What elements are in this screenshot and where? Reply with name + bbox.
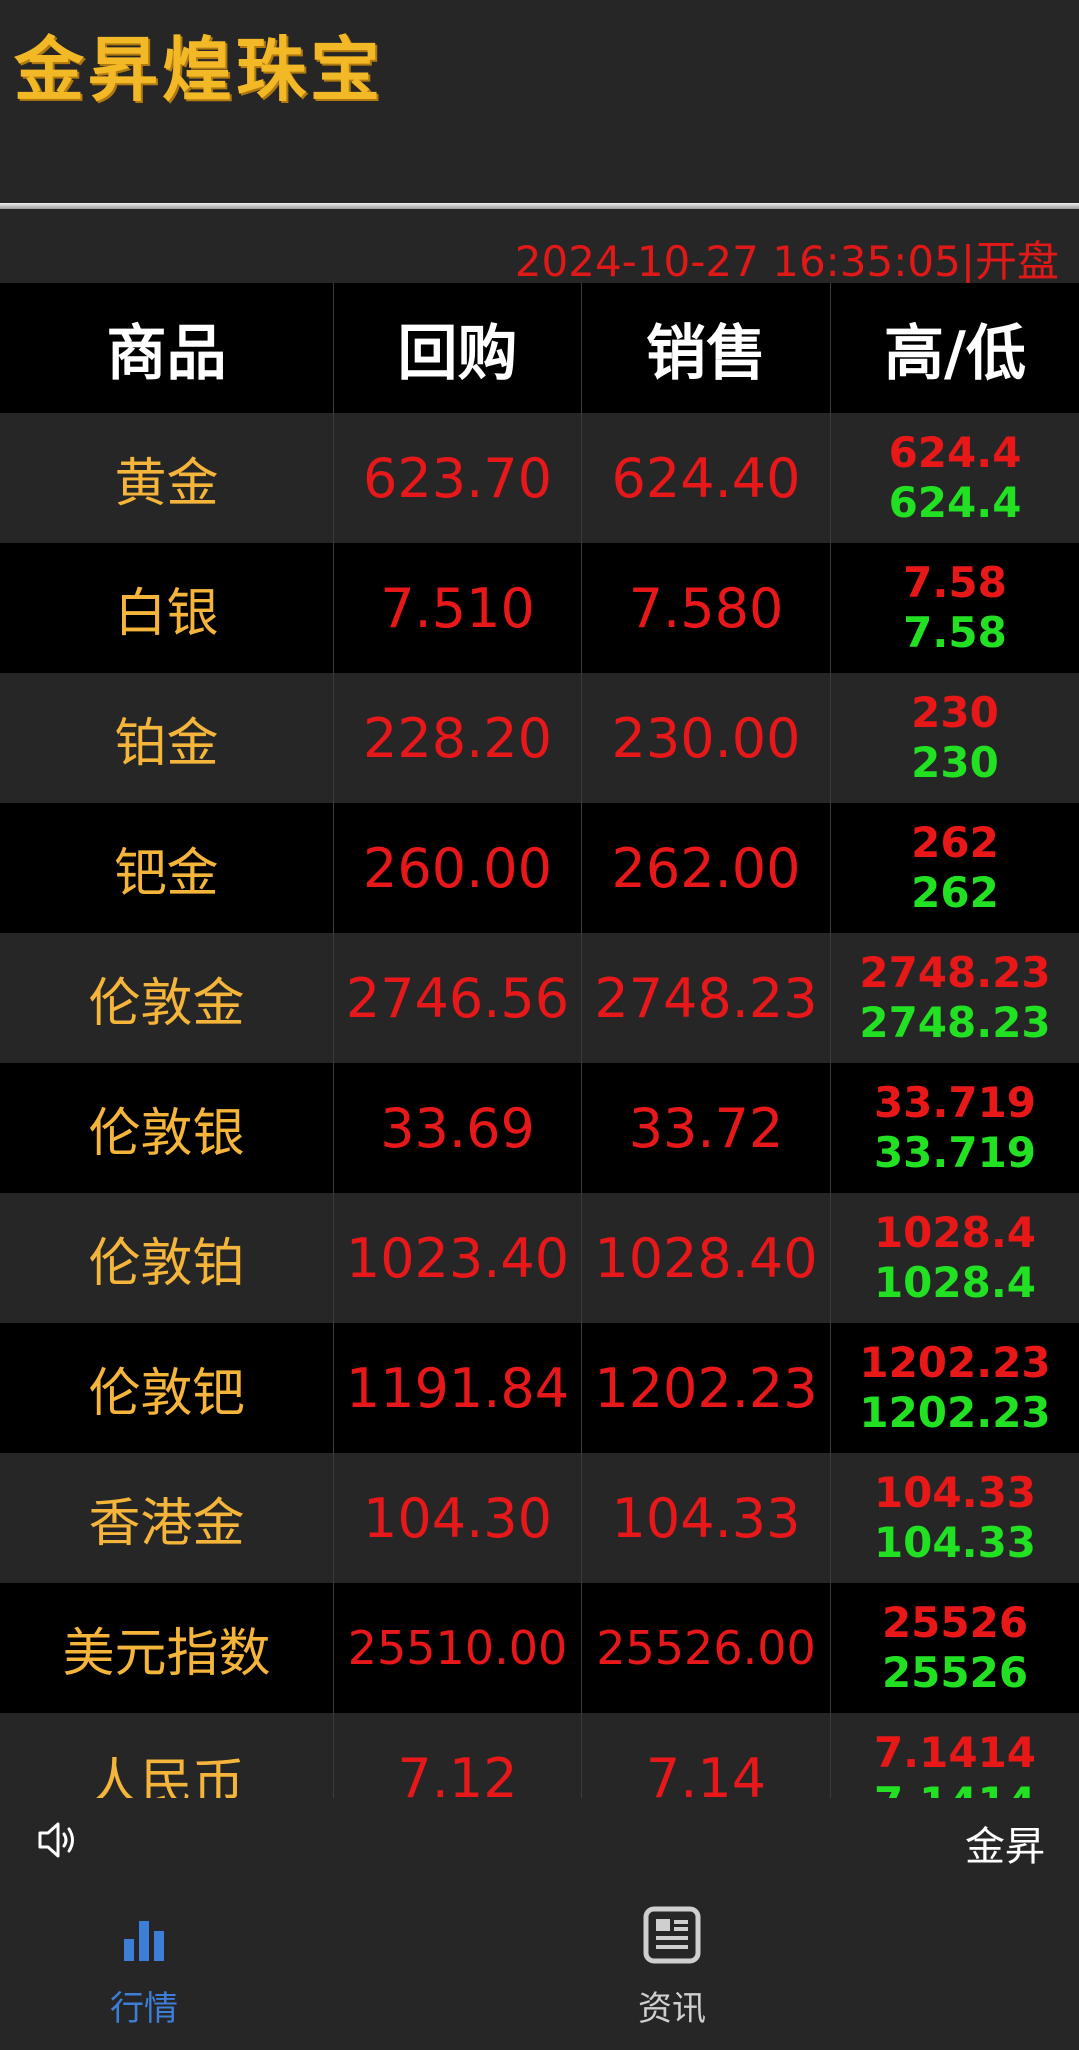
table-row[interactable]: 钯金 260.00 262.00 262 262: [0, 803, 1079, 933]
high-price: 230: [911, 688, 999, 737]
bottom-nav: 行情 资讯: [0, 1883, 1079, 2050]
product-name: 白银: [114, 583, 219, 644]
high-price: 33.719: [873, 1078, 1037, 1127]
table-row[interactable]: 人民币 7.12 7.14 7.14147.1414: [0, 1713, 1079, 1798]
buyback-price: 1023.40: [345, 1226, 570, 1290]
buyback-price: 104.30: [363, 1486, 552, 1550]
sell-price: 104.33: [611, 1486, 801, 1550]
sell-price: 33.72: [628, 1096, 784, 1160]
column-header-high-low: 高/低: [884, 318, 1026, 389]
sell-price: 230.00: [611, 706, 801, 770]
product-name: 美元指数: [62, 1623, 271, 1684]
buyback-price: 25510.00: [347, 1621, 568, 1675]
ticker-text: 金昇: [965, 1824, 1045, 1870]
table-row[interactable]: 白银 7.510 7.580 7.58 7.58: [0, 543, 1079, 673]
low-price: 25526: [881, 1648, 1029, 1697]
sell-price: 25526.00: [596, 1621, 816, 1675]
status-timestamp: 2024-10-27 16:35:05|开盘: [514, 237, 1059, 286]
table-row[interactable]: 美元指数 25510.00 25526.00 25526 25526: [0, 1583, 1079, 1713]
high-price: 1028.4: [873, 1208, 1037, 1257]
low-price: 1028.4: [873, 1258, 1037, 1307]
high-price: 1202.23: [859, 1338, 1051, 1387]
product-name: 人民币: [88, 1753, 245, 1799]
low-price: 624.4: [888, 478, 1022, 527]
high-price: 104.33: [873, 1468, 1037, 1517]
low-price: 7.1414: [874, 1778, 1036, 1798]
table-row[interactable]: 香港金 104.30 104.33 104.33 104.33: [0, 1453, 1079, 1583]
sell-price: 1028.40: [594, 1226, 818, 1290]
sell-price: 2748.23: [594, 966, 818, 1030]
high-price: 7.58: [903, 558, 1007, 607]
nav-label-market: 行情: [110, 1989, 178, 2029]
header: 金昇煌珠宝: [0, 0, 1079, 209]
brand-logo: 金昇煌珠宝: [14, 28, 384, 111]
sell-price: 262.00: [611, 836, 801, 900]
buyback-price: 33.69: [380, 1096, 535, 1160]
buyback-price: 228.20: [363, 706, 552, 770]
product-name: 伦敦钯: [88, 1363, 245, 1424]
low-price: 7.58: [903, 608, 1007, 657]
header-divider: [0, 203, 1079, 209]
sell-price: 624.40: [611, 446, 801, 510]
product-name: 伦敦铂: [88, 1233, 245, 1294]
low-price: 262: [911, 868, 999, 917]
buyback-price: 7.510: [380, 576, 535, 640]
table-row[interactable]: 伦敦铂 1023.40 1028.40 1028.4 1028.4: [0, 1193, 1079, 1323]
sell-price: 1202.23: [594, 1356, 818, 1420]
speaker-icon[interactable]: [36, 1818, 80, 1862]
price-table: 商品 回购 销售 高/低 黄金 623.70 624.40 624.4 624.4…: [0, 283, 1079, 1798]
sell-price: 7.580: [628, 576, 784, 640]
news-icon: [643, 1906, 701, 1964]
low-price: 104.33: [873, 1518, 1037, 1567]
buyback-price: 7.12: [397, 1746, 518, 1799]
low-price: 33.719: [873, 1128, 1037, 1177]
bar-chart-icon: [124, 1921, 164, 1961]
table-row[interactable]: 伦敦金 2746.56 2748.23 2748.23 2748.23: [0, 933, 1079, 1063]
product-name: 钯金: [114, 843, 219, 904]
high-price: 624.4: [888, 428, 1022, 477]
nav-tab-news[interactable]: 资讯: [539, 1883, 1079, 2050]
high-price: 262: [911, 818, 999, 867]
column-header-product: 商品: [0, 283, 334, 413]
buyback-price: 2746.56: [345, 966, 570, 1030]
high-price: 2748.23: [859, 948, 1051, 997]
table-row[interactable]: 黄金 623.70 624.40 624.4 624.4: [0, 413, 1079, 543]
table-row[interactable]: 伦敦银 33.69 33.72 33.719 33.719: [0, 1063, 1079, 1193]
table-row[interactable]: 铂金 228.20 230.00 230 230: [0, 673, 1079, 803]
buyback-price: 623.70: [363, 446, 552, 510]
column-header-buyback: 回购: [334, 283, 582, 413]
sell-price: 7.14: [645, 1746, 767, 1799]
high-price: 25526: [881, 1598, 1029, 1647]
product-name: 伦敦银: [88, 1103, 245, 1164]
table-row[interactable]: 伦敦钯 1191.84 1202.23 1202.23 1202.23: [0, 1323, 1079, 1453]
column-header-sell: 销售: [582, 283, 831, 413]
app-root: 金昇煌珠宝 2024-10-27 16:35:05|开盘 商品 回购 销售 高/…: [0, 0, 1079, 2050]
high-price: 7.1414: [873, 1728, 1037, 1777]
product-name: 黄金: [114, 453, 219, 514]
product-name: 伦敦金: [88, 973, 245, 1034]
product-name: 铂金: [114, 713, 219, 774]
buyback-price: 260.00: [363, 836, 552, 900]
low-price: 1202.23: [859, 1388, 1051, 1437]
low-price: 2748.23: [859, 998, 1051, 1047]
product-name: 香港金: [88, 1493, 245, 1554]
low-price: 230: [911, 738, 999, 787]
nav-label-news: 资讯: [638, 1989, 706, 2029]
table-header: 商品 回购 销售 高/低: [0, 283, 1079, 413]
ticker-bar: 金昇: [0, 1798, 1079, 1883]
buyback-price: 1191.84: [345, 1356, 570, 1420]
